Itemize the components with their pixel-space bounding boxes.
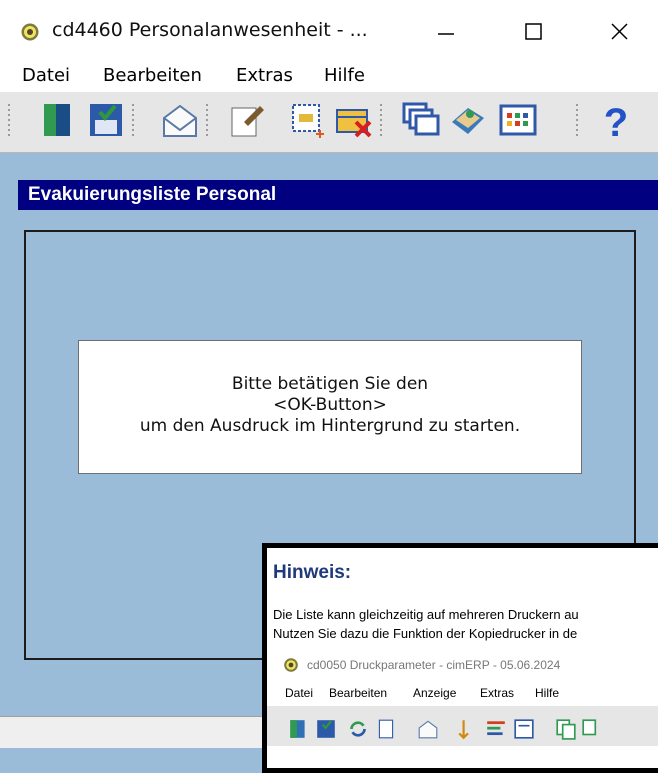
hint-title: Hinweis: [273,562,352,583]
gear-icon [21,23,39,41]
message-box: Bitte betätigen Sie den <OK-Button> um d… [78,340,582,474]
copy-icon [582,719,597,736]
sub-window-titlebar: cd0050 Druckparameter - cimERP - 05.06.2… [267,650,658,680]
list-icon [487,721,505,736]
toolbar-separator [8,104,10,138]
menu-hilfe[interactable]: Hilfe [324,65,365,86]
help-icon[interactable]: ? [596,100,636,140]
delete-icon[interactable] [334,100,374,140]
hint-panel: Hinweis: Die Liste kann gleichzeitig auf… [262,543,658,773]
menu-extras[interactable]: Extras [236,65,293,86]
svg-text:?: ? [604,101,628,140]
sub-menu-bar: Datei Bearbeiten Anzeige Extras Hilfe [267,680,658,706]
mail-icon [418,720,438,739]
sub-window-title: cd0050 Druckparameter - cimERP - 05.06.2… [307,658,561,672]
exit-door-icon [290,720,305,738]
sub-menu-extras: Extras [480,686,515,700]
save-icon [317,720,335,738]
exit-door-icon[interactable] [38,100,78,140]
section-title: Evakuierungsliste Personal [28,184,277,205]
page-icon [378,719,394,739]
mail-icon[interactable] [160,100,200,140]
sub-menu-hilfe: Hilfe [535,686,560,700]
menu-datei[interactable]: Datei [22,65,70,86]
sub-menu-anzeige: Anzeige [413,686,457,700]
window-title: cd4460 Personalanwesenheit - ... [52,19,368,41]
sub-menu-bearbeiten: Bearbeiten [329,686,388,700]
toolbar-separator [380,104,382,138]
sort-icon [458,720,469,740]
table-icon[interactable] [498,100,538,140]
hint-line-1: Die Liste kann gleichzeitig auf mehreren… [273,607,579,622]
close-icon [611,23,628,40]
edit-icon[interactable] [226,100,266,140]
menu-bearbeiten[interactable]: Bearbeiten [103,65,202,86]
close-button[interactable] [596,14,642,48]
hint-line-2: Nutzen Sie dazu die Funktion der Kopiedr… [273,626,578,641]
minimize-button[interactable] [423,14,469,48]
gear-icon [284,658,298,672]
save-icon[interactable] [86,100,126,140]
message-line-1: Bitte betätigen Sie den [231,374,429,394]
menu-bar: Datei Bearbeiten Extras Hilfe [0,60,658,92]
select-area-icon[interactable] [288,100,328,140]
maximize-icon [525,23,542,40]
sub-toolbar [267,706,658,746]
refresh-icon [350,721,366,737]
toolbar: ? [0,92,658,153]
sub-menu-datei: Datei [285,686,314,700]
maximize-button[interactable] [510,14,556,48]
title-bar: cd4460 Personalanwesenheit - ... [0,0,658,60]
book-icon[interactable] [448,100,488,140]
windows-icon[interactable] [400,100,440,140]
toolbar-separator [576,104,578,138]
section-header: Evakuierungsliste Personal [18,180,658,210]
document-icon [514,719,534,739]
message-line-2: <OK-Button> [273,395,387,415]
minimize-icon [438,33,454,35]
toolbar-separator [206,104,208,138]
message-line-3: um den Ausdruck im Hintergrund zu starte… [139,416,521,436]
copy-icon [556,719,576,740]
toolbar-separator [132,104,134,138]
